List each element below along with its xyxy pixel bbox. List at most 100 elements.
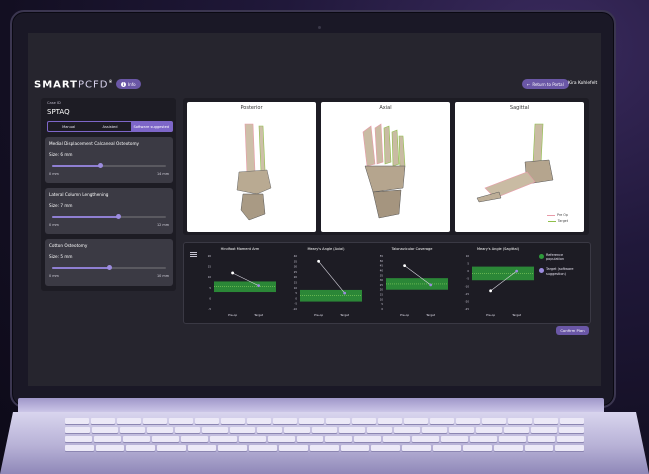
slider-thumb[interactable] [106, 265, 112, 270]
tab-software-suggested[interactable]: Software suggested [130, 122, 172, 131]
menu-icon[interactable] [190, 252, 197, 257]
logo: SMARTPCFD® [34, 79, 114, 91]
slider-thumb[interactable] [98, 163, 104, 168]
tick-label: -5 [208, 307, 211, 311]
chart-title: Meary's Angle (Sagittal) [477, 247, 519, 251]
tick-label: 0 [381, 307, 383, 311]
tick-label: 40 [294, 254, 298, 258]
tick-label: -25 [465, 307, 470, 311]
info-label: Info [128, 81, 136, 87]
size-slider[interactable] [52, 163, 166, 168]
tick-label: 0 [467, 269, 469, 273]
tick-label: 30 [380, 278, 384, 282]
key-row [64, 436, 585, 442]
procedure-panel: Case ID SPTAQ Manual Assisted Software s… [41, 98, 176, 291]
category-label: Pre-op [486, 313, 495, 317]
category-label: Pre-op [228, 313, 237, 317]
info-icon: i [121, 81, 126, 87]
pre-op-swatch [547, 214, 556, 216]
tick-label: -5 [466, 277, 469, 281]
chart-title: Meary's Angle (Axial) [307, 247, 345, 251]
3d-views-panel: Posterior Axial Sagittal Pre Op Target [183, 98, 589, 235]
point-pre-op [489, 289, 492, 293]
size-slider[interactable] [52, 214, 166, 219]
info-button[interactable]: i Info [116, 79, 141, 89]
tick-label: 10 [208, 275, 212, 279]
category-label: Pre-op [314, 313, 323, 317]
tick-label: 35 [380, 273, 384, 277]
tick-label: 20 [294, 275, 298, 279]
view-sagittal[interactable]: Sagittal Pre Op Target [455, 102, 584, 232]
target-swatch [539, 268, 544, 274]
tick-label: 50 [380, 259, 384, 263]
slider-fill [52, 216, 119, 218]
user-name[interactable]: Kira Kohlefelt [568, 81, 597, 86]
chart-svg: 10 5 0 -5 -10 -15 -20 -25 Pre-op Target [465, 254, 534, 317]
legend-label: Reference population [546, 253, 565, 262]
category-label: Target [253, 313, 264, 317]
tick-label: 5 [381, 302, 383, 306]
tick-label: 15 [294, 281, 298, 285]
chart-mearys-angle-sagittal: Meary's Angle (Sagittal) 10 5 0 -5 -10 -15 -20… [458, 247, 538, 319]
tick-label: 5 [209, 286, 211, 290]
return-to-portal-button[interactable]: ← Return to Portal [522, 79, 569, 89]
point-target [257, 284, 261, 288]
chart-title: Talonavicular Coverage [391, 247, 433, 251]
point-target [515, 269, 519, 273]
size-slider[interactable] [52, 265, 166, 270]
point-target [343, 291, 347, 295]
webcam [318, 26, 321, 29]
metrics-legend: Reference population Target (software su… [539, 253, 582, 282]
reference-swatch [539, 254, 544, 259]
legend-target: Target [547, 219, 568, 223]
slider-min-label: 0 mm [49, 223, 59, 227]
chart-title: Hindfoot Moment Arm [220, 247, 260, 251]
app-header: SMARTPCFD® i Info ← Return to Portal Kir… [28, 77, 601, 93]
view-axial[interactable]: Axial [321, 102, 450, 232]
tick-label: -10 [465, 284, 470, 288]
chart-svg: 4035 302520 151050 -5-10 Pre-op Target [293, 254, 362, 317]
tick-label: -15 [465, 292, 470, 296]
tab-assisted[interactable]: Assisted [89, 122, 130, 131]
tick-label: 20 [380, 288, 384, 292]
tick-label: 25 [380, 283, 384, 287]
case-id-label: Case ID [47, 101, 61, 105]
chart-hindfoot-moment-arm: Hindfoot Moment Arm 20 15 10 5 0 -5 Pre-op Targ… [200, 247, 280, 319]
tick-label: 30 [294, 265, 298, 269]
chart-talonavicular-coverage: Talonavicular Coverage 55 50 45 40 35 30 25 20 1… [372, 247, 452, 319]
tick-label: 10 [380, 297, 384, 301]
tick-label: 45 [380, 264, 384, 268]
tick-label: 0 [209, 296, 211, 300]
tick-label: 0 [295, 296, 297, 300]
series-line [318, 261, 345, 294]
category-label: Target [339, 313, 350, 317]
procedure-size: Size: 6 mm [49, 152, 73, 157]
confirm-plan-button[interactable]: Confirm Plan [556, 326, 589, 335]
procedure-card-mdco: Medial Displacement Calcaneal Osteotomy … [45, 137, 173, 183]
key-row [64, 427, 585, 433]
procedure-title: Medial Displacement Calcaneal Osteotomy [49, 141, 140, 146]
category-label: Pre-op [400, 313, 409, 317]
slider-thumb[interactable] [116, 214, 121, 219]
slider-min-label: 0 mm [49, 172, 59, 176]
procedure-card-cotton: Cotton Osteotomy Size: 5 mm 0 mm 10 mm [45, 239, 173, 286]
slider-min-label: 0 mm [49, 274, 59, 278]
slider-max-label: 10 mm [157, 274, 169, 278]
tick-label: -20 [465, 299, 470, 303]
legend-label: Target (software suggestion) [546, 267, 574, 276]
legend-target: Target (software suggestion) [539, 267, 582, 276]
tick-label: 10 [294, 286, 298, 290]
category-label: Target [511, 313, 522, 317]
category-label: Target [425, 313, 436, 317]
laptop-keyboard-deck [0, 412, 649, 474]
point-target [429, 283, 433, 287]
return-label: Return to Portal [532, 81, 564, 87]
view-posterior[interactable]: Posterior [187, 102, 316, 232]
key-row [64, 445, 585, 451]
mode-tabs: Manual Assisted Software suggested [47, 121, 173, 132]
tab-manual[interactable]: Manual [48, 122, 89, 131]
legend-reference: Reference population [539, 253, 582, 261]
metrics-panel: Hindfoot Moment Arm 20 15 10 5 0 -5 Pre-op Targ… [183, 242, 591, 324]
tick-label: 15 [208, 265, 212, 269]
tick-label: 5 [467, 262, 469, 266]
